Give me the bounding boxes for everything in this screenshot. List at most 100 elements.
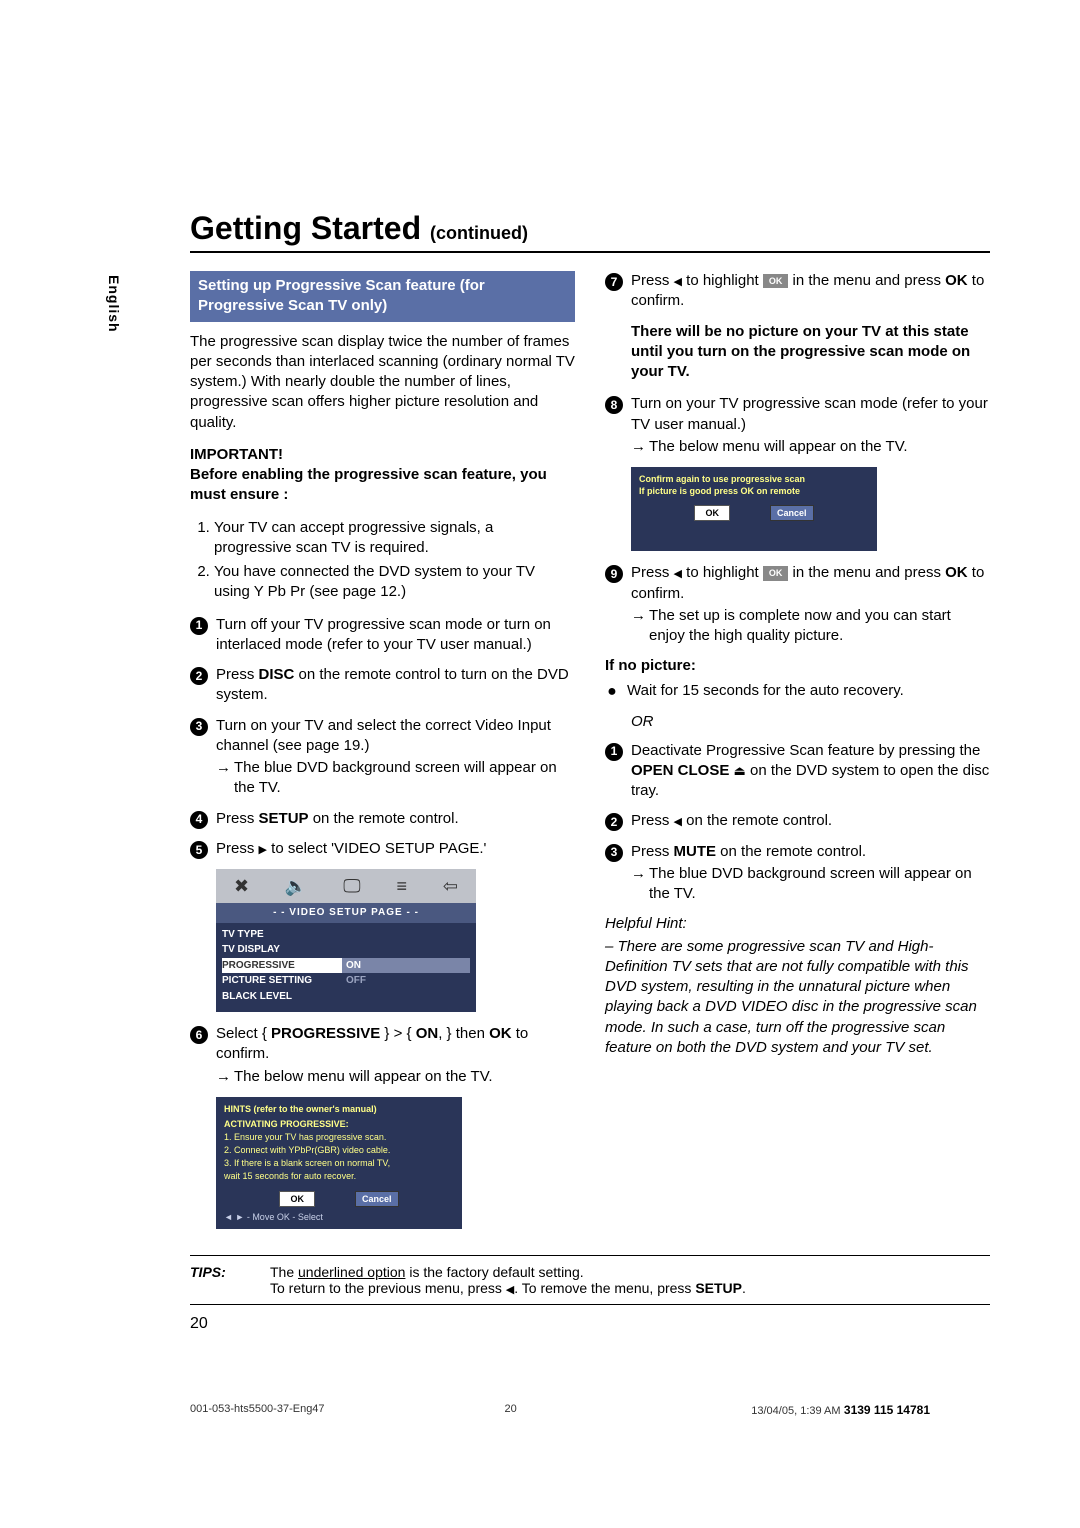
text: Select { xyxy=(216,1025,271,1042)
on-key: ON xyxy=(416,1025,439,1042)
tips-label: TIPS: xyxy=(190,1264,250,1296)
step-number-icon: 1 xyxy=(605,743,623,761)
text: Turn on your TV and select the correct V… xyxy=(216,717,551,754)
warn-paragraph: There will be no picture on your TV at t… xyxy=(631,322,990,383)
osd-menu-video-setup: ✖ 🔈 🖵 ≡ ⇦ - - VIDEO SETUP PAGE - - TV TY… xyxy=(216,869,476,1012)
osd-confirm-dialog: Confirm again to use progressive scan If… xyxy=(631,467,877,551)
hints-line: 1. Ensure your TV has progressive scan. xyxy=(224,1131,454,1143)
step-body: Select { PROGRESSIVE } > { ON, } then OK… xyxy=(216,1024,575,1087)
text: , } then xyxy=(438,1025,489,1042)
left-arrow-icon xyxy=(674,272,682,289)
osd-item-selected: PROGRESSIVE xyxy=(222,958,342,974)
footer-part-number: 3139 115 14781 xyxy=(844,1403,930,1417)
confirm-line: Confirm again to use progressive scan xyxy=(639,473,869,485)
hints-title: HINTS (refer to the owner's manual) xyxy=(224,1103,454,1115)
step-body: Press to select 'VIDEO SETUP PAGE.' xyxy=(216,839,575,859)
hints-line: 2. Connect with YPbPr(GBR) video cable. xyxy=(224,1144,454,1156)
left-arrow-icon xyxy=(674,564,682,581)
speaker-icon: 🔈 xyxy=(285,874,307,898)
intro-paragraph: The progressive scan display twice the n… xyxy=(190,332,575,433)
underline-text: underlined option xyxy=(298,1264,405,1280)
step-8: 8 Turn on your TV progressive scan mode … xyxy=(605,394,990,457)
hints-line: 3. If there is a blank screen on normal … xyxy=(224,1157,454,1169)
tips-footer: TIPS: The underlined option is the facto… xyxy=(190,1255,990,1305)
text: Press xyxy=(216,666,259,683)
helpful-hint-label: Helpful Hint: xyxy=(605,914,990,934)
tv-icon: 🖵 xyxy=(343,874,360,898)
ok-key: OK xyxy=(945,272,968,289)
setup-key: SETUP xyxy=(259,810,309,827)
text: Deactivate Progressive Scan feature by p… xyxy=(631,742,980,759)
result-note: The blue DVD background screen will appe… xyxy=(631,864,990,905)
eject-icon xyxy=(734,762,746,779)
mute-key: MUTE xyxy=(674,843,717,860)
helpful-hint-body: – There are some progressive scan TV and… xyxy=(605,937,990,1059)
step-body: Turn off your TV progressive scan mode o… xyxy=(216,615,575,656)
text: . To remove the menu, press xyxy=(514,1280,695,1296)
ok-chip-icon: OK xyxy=(763,566,789,580)
step-body: Press to highlight OK in the menu and pr… xyxy=(631,271,990,312)
text: Press xyxy=(631,812,674,829)
footer-date-code: 13/04/05, 1:39 AM 3139 115 14781 xyxy=(751,1403,930,1417)
footer-timestamp: 13/04/05, 1:39 AM xyxy=(751,1405,840,1417)
deactivate-step-2: 2 Press on the remote control. xyxy=(605,811,990,831)
title-rule xyxy=(190,251,990,253)
step-number-icon: 2 xyxy=(190,667,208,685)
step-body: Turn on your TV progressive scan mode (r… xyxy=(631,394,990,457)
osd-ok-button: OK xyxy=(279,1191,315,1207)
step-number-icon: 5 xyxy=(190,841,208,859)
osd-cancel-button: Cancel xyxy=(355,1191,399,1207)
step-body: Press on the remote control. xyxy=(631,811,990,831)
text: to highlight xyxy=(682,272,763,289)
step-9: 9 Press to highlight OK in the menu and … xyxy=(605,563,990,646)
bullet-icon: ● xyxy=(605,681,619,703)
ok-key: OK xyxy=(489,1025,512,1042)
osd-value-off: OFF xyxy=(342,973,470,989)
text: Press xyxy=(631,564,674,581)
disc-key: DISC xyxy=(259,666,295,683)
if-no-picture-label: If no picture: xyxy=(605,656,990,676)
text: to highlight xyxy=(682,564,763,581)
setup-key: SETUP xyxy=(695,1280,742,1296)
osd-nav-hint: ◄ ► - Move OK - Select xyxy=(224,1211,454,1223)
text: to select 'VIDEO SETUP PAGE.' xyxy=(267,840,486,857)
right-arrow-icon xyxy=(259,840,267,857)
confirm-line: If picture is good press OK on remote xyxy=(639,485,869,497)
ensure-item-1: Your TV can accept progressive signals, … xyxy=(214,518,575,559)
step-number-icon: 8 xyxy=(605,396,623,414)
text: . xyxy=(742,1280,746,1296)
ok-key: OK xyxy=(945,564,968,581)
open-close-key: OPEN CLOSE xyxy=(631,762,729,779)
result-note: The set up is complete now and you can s… xyxy=(631,606,990,647)
ensure-list: Your TV can accept progressive signals, … xyxy=(190,518,575,603)
page-number: 20 xyxy=(190,1315,990,1333)
title-continued: (continued) xyxy=(430,223,528,243)
step-number-icon: 3 xyxy=(605,844,623,862)
osd-item: PICTURE SETTING xyxy=(222,973,342,989)
manual-page: English Getting Started (continued) Sett… xyxy=(0,0,1080,1457)
deactivate-step-1: 1 Deactivate Progressive Scan feature by… xyxy=(605,741,990,802)
or-label: OR xyxy=(631,712,990,732)
language-tab: English xyxy=(106,275,122,333)
step-number-icon: 1 xyxy=(190,617,208,635)
osd-value-on: ON xyxy=(342,958,470,974)
text: in the menu and press xyxy=(788,564,945,581)
text: on the remote control. xyxy=(716,843,866,860)
left-column: Setting up Progressive Scan feature (for… xyxy=(190,271,575,1241)
osd-item: TV DISPLAY xyxy=(222,942,342,958)
print-footer: 001-053-hts5500-37-Eng47 20 13/04/05, 1:… xyxy=(190,1403,990,1417)
title-main: Getting Started xyxy=(190,210,421,246)
step-7: 7 Press to highlight OK in the menu and … xyxy=(605,271,990,312)
before-label: Before enabling the progressive scan fea… xyxy=(190,465,575,506)
ensure-item-2: You have connected the DVD system to you… xyxy=(214,562,575,603)
ok-chip-icon: OK xyxy=(763,274,789,288)
step-6: 6 Select { PROGRESSIVE } > { ON, } then … xyxy=(190,1024,575,1087)
text: is the factory default setting. xyxy=(405,1264,583,1280)
osd-item: BLACK LEVEL xyxy=(222,989,342,1005)
text: Press xyxy=(216,840,259,857)
step-3: 3 Turn on your TV and select the correct… xyxy=(190,716,575,799)
osd-item: TV TYPE xyxy=(222,927,342,943)
text: on the remote control. xyxy=(682,812,832,829)
exit-icon: ⇦ xyxy=(443,874,458,898)
step-body: Press SETUP on the remote control. xyxy=(216,809,575,829)
